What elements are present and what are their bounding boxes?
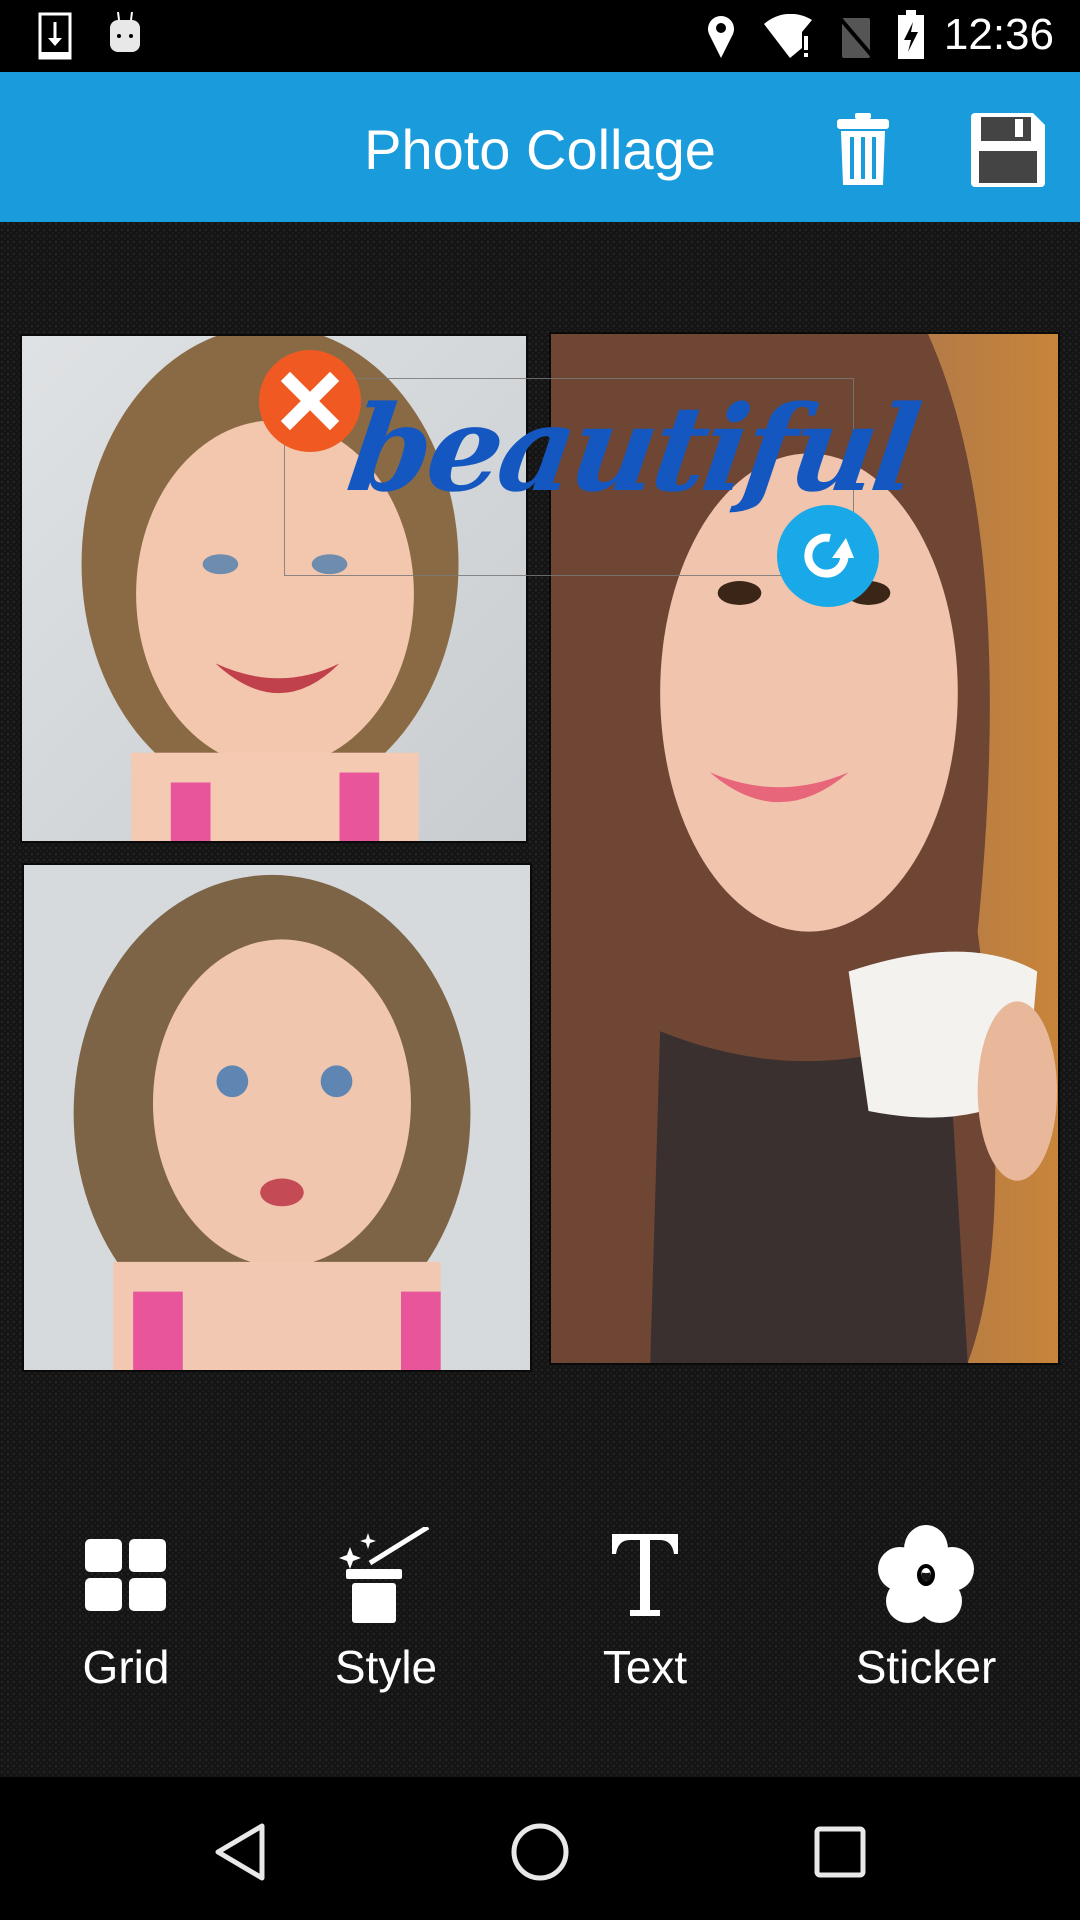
app-bar: Photo Collage	[0, 72, 1080, 222]
text-icon	[612, 1534, 678, 1616]
download-icon	[38, 12, 72, 60]
delete-sticker-button[interactable]	[259, 350, 361, 452]
tool-grid[interactable]: Grid	[16, 1520, 236, 1720]
status-bar: 12:36	[0, 0, 1080, 72]
nav-recents-button[interactable]	[780, 1807, 900, 1897]
photo-girl-pouting	[24, 865, 530, 1370]
app-title-text: Photo Collage	[364, 118, 716, 181]
android-icon	[110, 12, 140, 52]
recents-icon	[814, 1826, 866, 1878]
rotate-icon	[804, 533, 854, 578]
rotate-sticker-handle[interactable]	[777, 505, 879, 607]
home-icon	[511, 1823, 569, 1881]
trash-icon	[837, 113, 889, 185]
tool-grid-label: Grid	[82, 1641, 170, 1693]
nav-back-button[interactable]	[180, 1807, 300, 1897]
tool-text-label: Text	[602, 1641, 688, 1693]
tool-style-label: Style	[334, 1641, 438, 1693]
magic-wand-icon	[339, 1527, 430, 1623]
delete-button[interactable]	[823, 110, 903, 190]
save-icon	[971, 113, 1045, 187]
tool-text[interactable]: Text	[535, 1520, 755, 1720]
wifi-alert-icon	[764, 14, 812, 58]
location-icon	[708, 16, 734, 58]
save-button[interactable]	[968, 110, 1048, 190]
tool-sticker[interactable]: Sticker	[816, 1520, 1036, 1720]
grid-icon	[85, 1539, 166, 1611]
close-icon	[280, 371, 340, 431]
back-icon	[215, 1823, 265, 1881]
tool-sticker-label: Sticker	[855, 1641, 997, 1693]
battery-charging-icon	[898, 10, 924, 59]
bottom-toolbar: Grid Style Text Sticker	[0, 1500, 1080, 1740]
navigation-bar	[0, 1777, 1080, 1920]
status-time: 12:36	[943, 10, 1054, 59]
no-sim-icon	[836, 14, 876, 58]
nav-home-button[interactable]	[480, 1807, 600, 1897]
tool-style[interactable]: Style	[276, 1520, 496, 1720]
text-sticker[interactable]: beautiful	[340, 379, 924, 518]
flower-icon	[878, 1525, 974, 1623]
app-title: Photo Collage	[0, 117, 1080, 182]
photo-cell-2[interactable]	[22, 863, 532, 1372]
